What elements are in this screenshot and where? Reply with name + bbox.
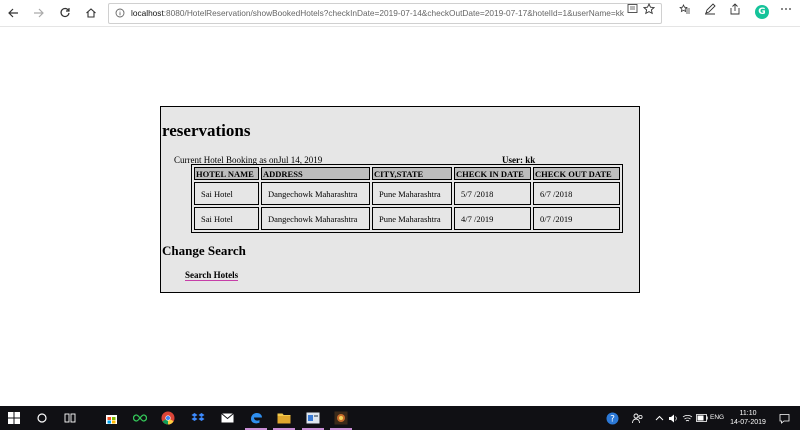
task-view-icon[interactable] [62, 410, 78, 426]
url-text[interactable]: localhost:8080/HotelReservation/showBook… [131, 4, 624, 23]
url-host: localhost [131, 8, 164, 18]
reading-view-icon[interactable] [626, 3, 638, 15]
address-bar[interactable]: localhost:8080/HotelReservation/showBook… [108, 3, 662, 24]
help-icon[interactable]: ? [604, 410, 620, 426]
windows-start-icon[interactable] [6, 410, 22, 426]
game-app-icon[interactable] [333, 410, 349, 426]
cell-check-out-date: 0/7 /2019 [533, 207, 620, 230]
cell-check-out-date: 6/7 /2018 [533, 182, 620, 205]
chrome-icon[interactable] [160, 410, 176, 426]
cell-hotel-name: Sai Hotel [194, 207, 259, 230]
clock-time: 11:10 [739, 410, 757, 417]
file-explorer-icon[interactable] [276, 410, 292, 426]
cell-check-in-date: 4/7 /2019 [454, 207, 531, 230]
clock-date: 14-07-2019 [730, 419, 766, 426]
favorites-hub-icon[interactable] [679, 3, 691, 15]
column-header-address: ADDRESS [261, 167, 370, 180]
svg-text:?: ? [610, 414, 615, 424]
table-row: Sai Hotel Dangechowk Maharashtra Pune Ma… [194, 182, 620, 205]
search-icon[interactable] [34, 410, 50, 426]
favorite-star-icon[interactable] [642, 2, 656, 15]
more-options-icon[interactable] [780, 3, 792, 15]
dropbox-icon[interactable] [190, 410, 206, 426]
change-search-heading: Change Search [162, 243, 246, 258]
people-icon[interactable] [630, 410, 646, 426]
column-header-check-in-date: CHECK IN DATE [454, 167, 531, 180]
windows-taskbar: ? ENG 11:10 14-07-2019 [0, 406, 800, 430]
app-window-icon[interactable] [305, 410, 321, 426]
reservations-table: HOTEL NAME ADDRESS CITY,STATE CHECK IN D… [191, 164, 623, 233]
url-path: :8080/HotelReservation/showBookedHotels?… [163, 8, 625, 18]
table-row: Sai Hotel Dangechowk Maharashtra Pune Ma… [194, 207, 620, 230]
cell-check-in-date: 5/7 /2018 [454, 182, 531, 205]
store-icon[interactable] [103, 410, 119, 426]
edge-icon[interactable] [248, 410, 264, 426]
cell-address: Dangechowk Maharashtra [261, 207, 370, 230]
language-indicator[interactable]: ENG [710, 406, 724, 430]
refresh-icon[interactable] [56, 4, 74, 22]
notifications-icon[interactable] [776, 410, 792, 426]
share-icon[interactable] [729, 3, 741, 15]
column-header-hotel-name: HOTEL NAME [194, 167, 259, 180]
grammarly-extension-icon[interactable]: G [755, 5, 769, 19]
cell-address: Dangechowk Maharashtra [261, 182, 370, 205]
home-icon[interactable] [82, 4, 100, 22]
browser-toolbar: localhost:8080/HotelReservation/showBook… [0, 0, 800, 27]
table-header-row: HOTEL NAME ADDRESS CITY,STATE CHECK IN D… [194, 167, 620, 180]
network-icon[interactable] [679, 410, 695, 426]
search-hotels-link[interactable]: Search Hotels [185, 270, 239, 281]
cell-city-state: Pune Maharashtra [372, 182, 452, 205]
pen-icon[interactable] [704, 3, 716, 15]
column-header-city-state: CITY,STATE [372, 167, 452, 180]
mail-icon[interactable] [219, 410, 235, 426]
info-icon[interactable] [115, 8, 125, 18]
back-arrow-icon[interactable] [4, 4, 22, 22]
infinity-app-icon[interactable] [132, 410, 148, 426]
system-clock[interactable]: 11:10 14-07-2019 [730, 409, 766, 427]
cell-hotel-name: Sai Hotel [194, 182, 259, 205]
column-header-check-out-date: CHECK OUT DATE [533, 167, 620, 180]
reservations-panel: reservations Current Hotel Booking as on… [160, 106, 640, 293]
page-title: reservations [162, 121, 251, 140]
forward-arrow-icon[interactable] [30, 4, 48, 22]
battery-icon[interactable] [694, 410, 710, 426]
cell-city-state: Pune Maharashtra [372, 207, 452, 230]
